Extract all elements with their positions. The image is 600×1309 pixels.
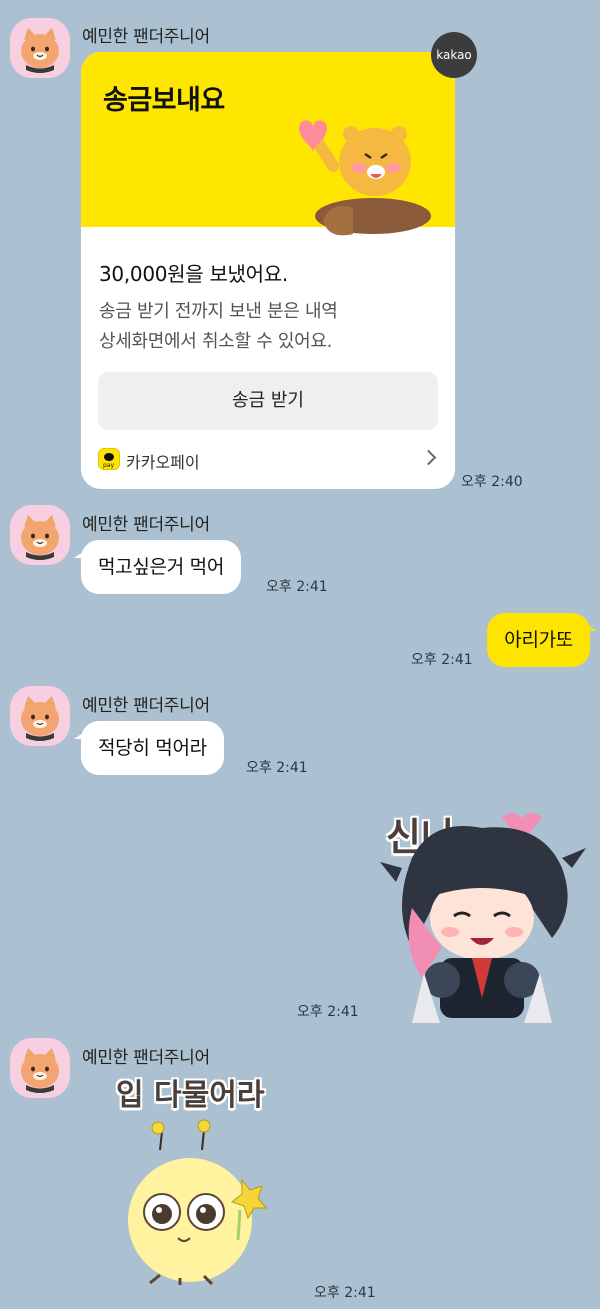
message-time: 오후 2:41 <box>266 579 328 595</box>
description-line-2: 상세화면에서 취소할 수 있어요. <box>99 331 333 352</box>
message-time: 오후 2:41 <box>314 1285 376 1301</box>
avatar[interactable] <box>10 686 70 746</box>
description-line-1: 송금 받기 전까지 보낸 분은 내역 <box>99 301 338 322</box>
sender-name: 예민한 팬더주니어 <box>82 696 210 716</box>
card-header: 송금보내요 <box>81 52 455 236</box>
message-time: 오후 2:40 <box>461 474 523 490</box>
chevron-right-icon <box>420 449 437 466</box>
receive-money-button[interactable]: 송금 받기 <box>98 372 438 430</box>
sender-name: 예민한 팬더주니어 <box>82 27 210 47</box>
transfer-description: 송금 받기 전까지 보낸 분은 내역 상세화면에서 취소할 수 있어요. <box>99 297 338 357</box>
my-message-bubble[interactable]: 아리가또 <box>487 613 597 667</box>
avatar[interactable] <box>10 1038 70 1098</box>
message-time: 오후 2:41 <box>411 652 473 668</box>
kakaopay-icon: pay <box>98 448 120 470</box>
sticker-chick[interactable]: 입 다물어라 <box>100 1070 300 1285</box>
avatar[interactable] <box>10 505 70 565</box>
message-bubble[interactable]: 적당히 먹어라 <box>74 721 224 775</box>
avatar[interactable] <box>10 18 70 78</box>
sender-name: 예민한 팬더주니어 <box>82 515 210 535</box>
transfer-amount: 30,000원을 보냈어요. <box>99 262 288 286</box>
yellow-chick-icon <box>128 1119 268 1285</box>
kakaopay-label: 카카오페이 <box>126 453 200 472</box>
message-text: 먹고싶은거 먹어 <box>98 556 225 578</box>
sender-name: 예민한 팬더주니어 <box>82 1048 210 1068</box>
sticker-excited-girl[interactable]: 신나 <box>372 798 592 1023</box>
anime-girl-icon <box>380 813 586 1023</box>
pay-icon-label: pay <box>103 462 115 469</box>
message-text: 적당히 먹어라 <box>98 737 207 759</box>
bear-heart-sticker-icon <box>299 120 431 236</box>
kakaopay-footer[interactable]: pay 카카오페이 <box>98 448 438 472</box>
message-time: 오후 2:41 <box>246 760 308 776</box>
money-transfer-card[interactable]: 송금보내요 30,000원을 보냈어요. 송금 받기 전까지 보낸 분은 내역 … <box>81 52 455 489</box>
kakao-badge: kakao <box>431 32 477 78</box>
message-time: 오후 2:41 <box>297 1004 359 1020</box>
message-bubble[interactable]: 먹고싶은거 먹어 <box>74 540 242 594</box>
card-title: 송금보내요 <box>103 85 225 116</box>
message-text: 아리가또 <box>504 629 573 651</box>
